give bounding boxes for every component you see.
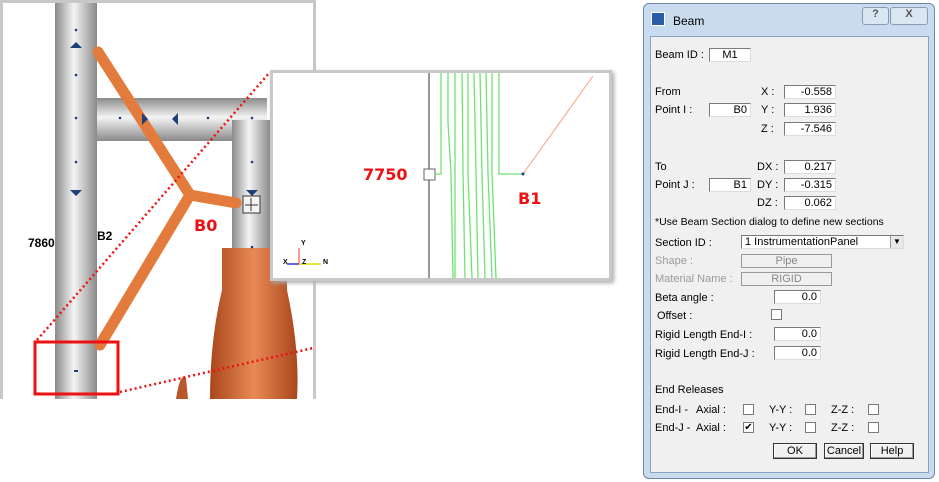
beta-angle-label: Beta angle : bbox=[655, 292, 714, 304]
app-icon bbox=[651, 12, 665, 26]
point-i-label: Point I : bbox=[655, 104, 693, 116]
section-id-select[interactable]: 1 InstrumentationPanel ▼ bbox=[741, 235, 904, 249]
axis-y-label: Y bbox=[301, 240, 306, 247]
end-j-axial-label: Axial : bbox=[696, 422, 726, 434]
dz-field[interactable]: 0.062 bbox=[784, 196, 836, 210]
label-b0: B0 bbox=[194, 216, 218, 235]
model-viewport[interactable]: 7860 B2 B0 bbox=[0, 0, 316, 399]
end-j-zz-label: Z-Z : bbox=[831, 422, 855, 434]
axis-n-label: N bbox=[323, 259, 329, 266]
rigid-length-i-field[interactable]: 0.0 bbox=[774, 327, 821, 341]
label-7750: 7750 bbox=[363, 165, 408, 184]
x-label: X : bbox=[761, 86, 775, 98]
x-field[interactable]: -0.558 bbox=[784, 85, 836, 99]
label-b1: B1 bbox=[518, 189, 542, 208]
beam-id-field[interactable]: M1 bbox=[709, 48, 751, 62]
rigid-length-j-field[interactable]: 0.0 bbox=[774, 346, 821, 360]
material-label: Material Name : bbox=[655, 273, 733, 285]
zoom-inset-view: Y X Z N 7750 B1 bbox=[270, 70, 612, 281]
z-field[interactable]: -7.546 bbox=[784, 122, 836, 136]
ok-button[interactable]: OK bbox=[773, 443, 817, 459]
dialog-title: Beam bbox=[673, 14, 705, 28]
end-i-label: End-I - bbox=[655, 404, 689, 416]
y-field[interactable]: 1.936 bbox=[784, 103, 836, 117]
model-graphics bbox=[33, 3, 313, 399]
end-i-yy-checkbox[interactable] bbox=[805, 404, 816, 415]
close-button[interactable]: X bbox=[890, 7, 928, 25]
y-label: Y : bbox=[761, 104, 775, 116]
to-label: To bbox=[655, 161, 667, 173]
point-j-field[interactable]: B1 bbox=[709, 178, 751, 192]
close-icon: X bbox=[905, 8, 913, 20]
end-j-axial-checkbox[interactable]: ✔ bbox=[743, 422, 754, 433]
rigid-length-j-label: Rigid Length End-J : bbox=[655, 348, 755, 360]
end-i-axial-label: Axial : bbox=[696, 404, 726, 416]
beam-id-label: Beam ID : bbox=[655, 49, 704, 61]
label-7860: 7860 bbox=[28, 236, 55, 250]
dz-label: DZ : bbox=[757, 197, 778, 209]
dialog-body: Beam ID : M1 From Point I : B0 X : -0.55… bbox=[650, 36, 929, 473]
point-j-label: Point J : bbox=[655, 179, 695, 191]
offset-checkbox[interactable] bbox=[771, 309, 782, 320]
end-i-yy-label: Y-Y : bbox=[769, 404, 793, 416]
shape-field: Pipe bbox=[741, 254, 832, 268]
rigid-length-i-label: Rigid Length End-I : bbox=[655, 329, 753, 341]
material-field: RIGID bbox=[741, 272, 832, 286]
inset-graphics bbox=[287, 73, 594, 278]
end-i-axial-checkbox[interactable] bbox=[743, 404, 754, 415]
help-button[interactable]: Help bbox=[870, 443, 914, 459]
shape-label: Shape : bbox=[655, 255, 693, 267]
brace-member bbox=[92, 46, 197, 351]
dx-field[interactable]: 0.217 bbox=[784, 160, 836, 174]
column-pipe-left bbox=[55, 3, 97, 399]
dx-label: DX : bbox=[757, 161, 779, 173]
end-i-zz-label: Z-Z : bbox=[831, 404, 855, 416]
end-j-label: End-J - bbox=[655, 422, 691, 434]
section-id-label: Section ID : bbox=[655, 237, 712, 249]
label-b2: B2 bbox=[97, 229, 113, 243]
end-j-yy-checkbox[interactable] bbox=[805, 422, 816, 433]
z-label: Z : bbox=[761, 123, 774, 135]
section-note: *Use Beam Section dialog to define new s… bbox=[655, 216, 884, 228]
end-releases-label: End Releases bbox=[655, 384, 724, 396]
column-pipe-right bbox=[232, 120, 270, 250]
help-title-button[interactable]: ? bbox=[862, 7, 889, 25]
from-label: From bbox=[655, 86, 681, 98]
end-j-yy-label: Y-Y : bbox=[769, 422, 793, 434]
offset-label: Offset : bbox=[657, 310, 693, 322]
beta-angle-field[interactable]: 0.0 bbox=[774, 290, 821, 304]
question-icon: ? bbox=[872, 8, 879, 20]
axis-x-label: X bbox=[283, 259, 288, 266]
beam-dialog: Beam ? X Beam ID : M1 From Point I : B0 … bbox=[643, 3, 935, 479]
dy-label: DY : bbox=[757, 179, 779, 191]
chevron-down-icon[interactable]: ▼ bbox=[890, 236, 903, 248]
section-id-value: 1 InstrumentationPanel bbox=[745, 236, 859, 248]
point-i-field[interactable]: B0 bbox=[709, 103, 751, 117]
dy-field[interactable]: -0.315 bbox=[784, 178, 836, 192]
axis-z-label: Z bbox=[302, 259, 307, 266]
end-i-zz-checkbox[interactable] bbox=[868, 404, 879, 415]
cancel-button[interactable]: Cancel bbox=[824, 443, 864, 459]
end-j-zz-checkbox[interactable] bbox=[868, 422, 879, 433]
